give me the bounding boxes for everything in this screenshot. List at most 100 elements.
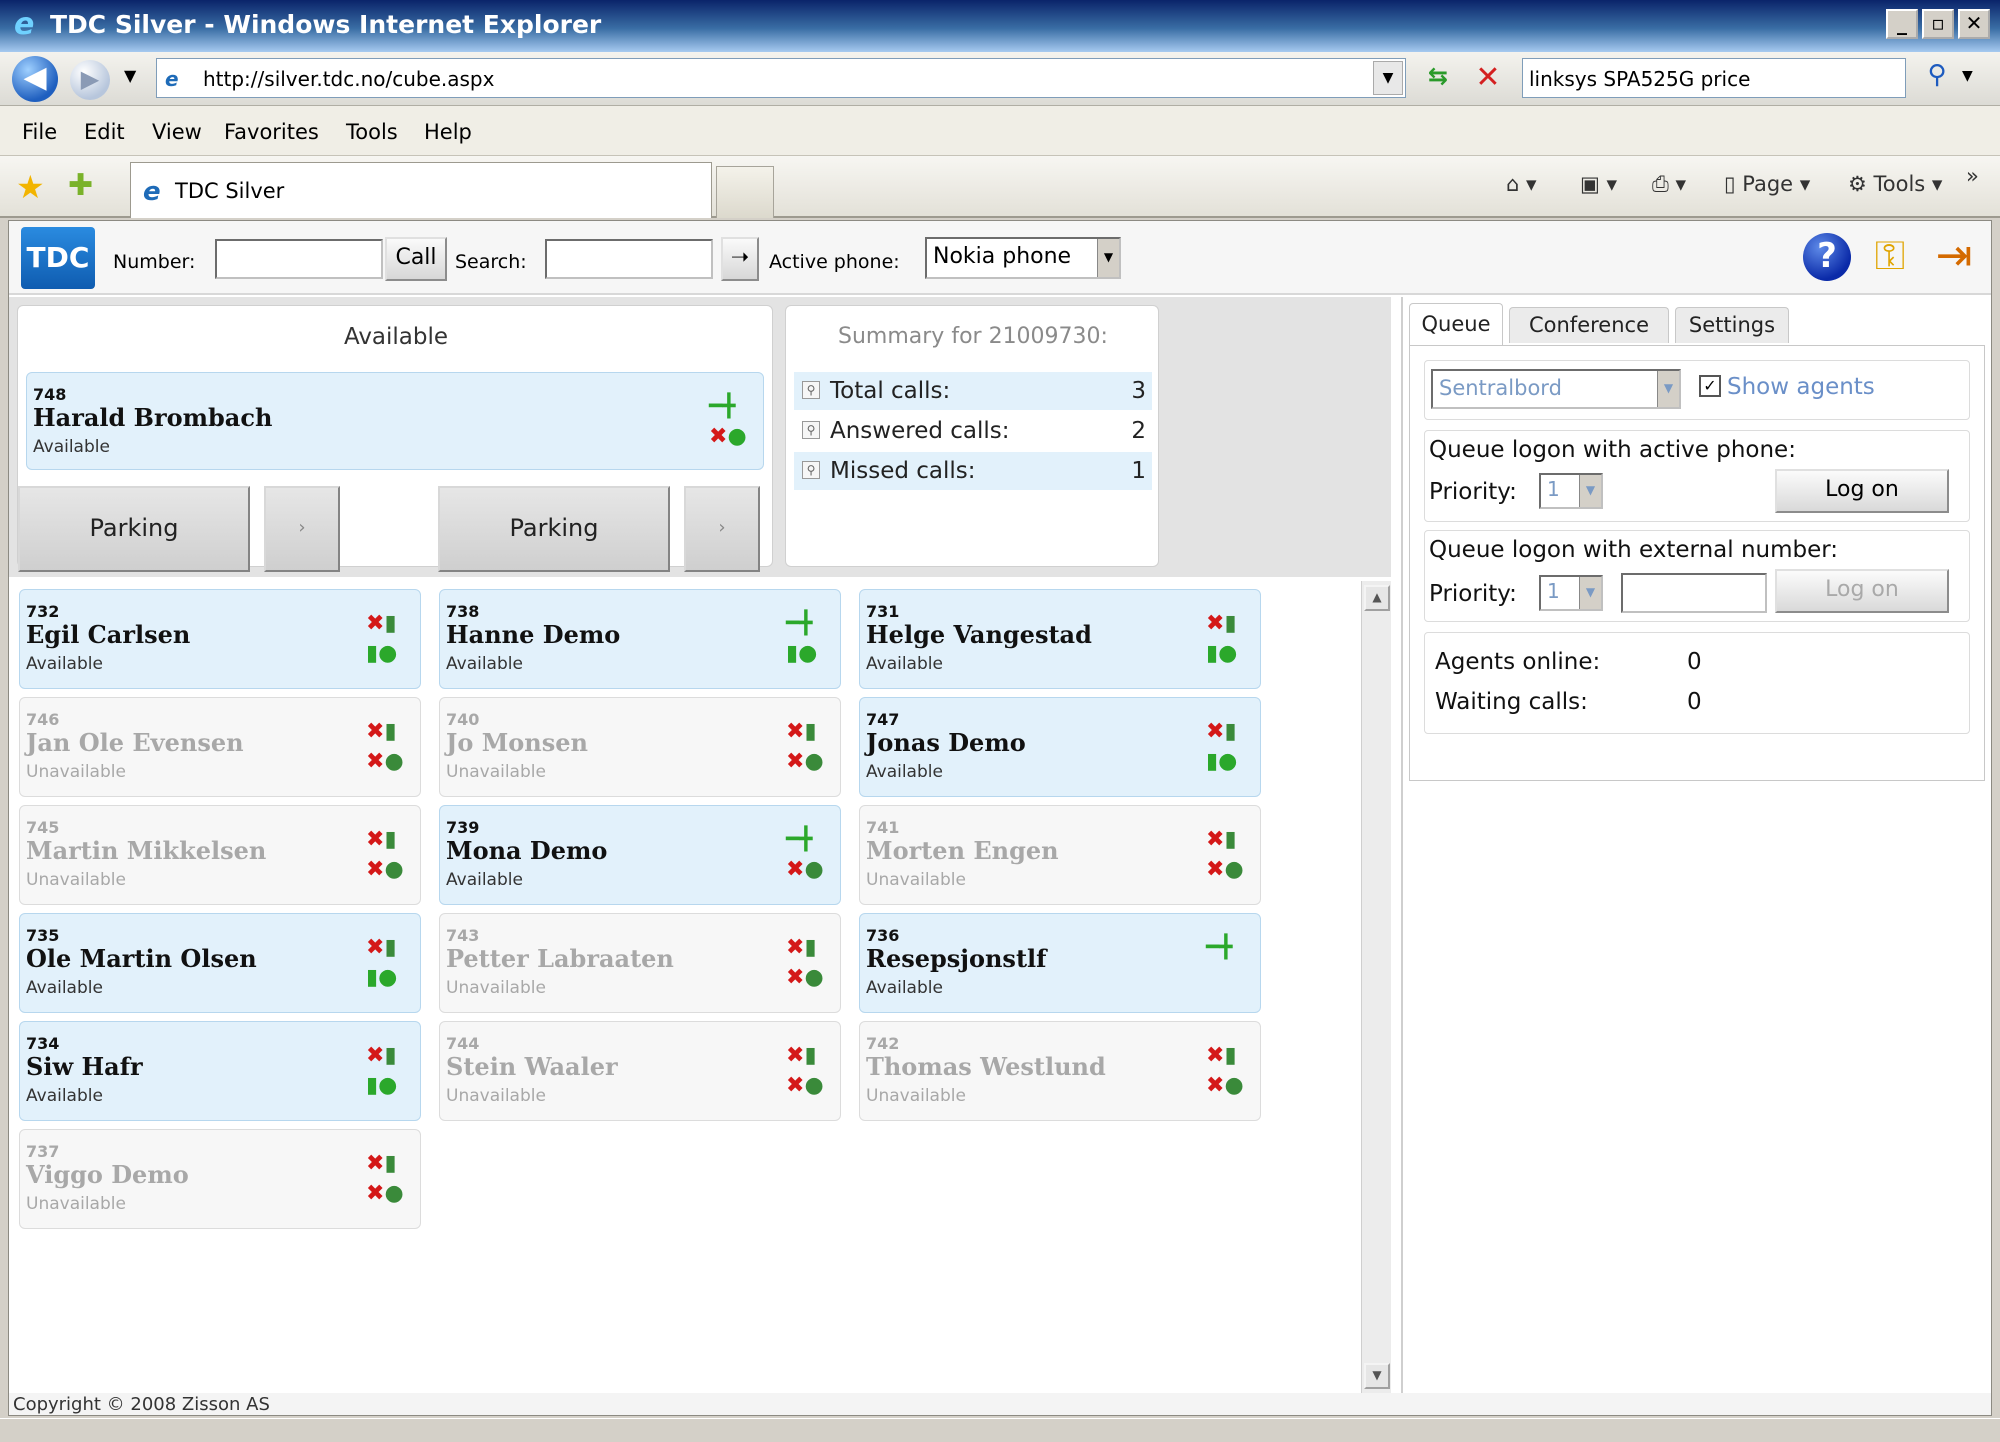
extension-name: Jo Monsen — [446, 728, 588, 757]
menu-help[interactable]: Help — [424, 120, 472, 144]
external-logon-heading: Queue logon with external number: — [1429, 537, 1839, 563]
minimize-button[interactable]: _ — [1886, 9, 1918, 39]
key-icon[interactable]: ⚿ — [1865, 231, 1915, 281]
logout-icon[interactable]: ⇥ — [1927, 227, 1981, 285]
menu-tools[interactable]: Tools — [346, 120, 398, 144]
search-icon[interactable]: ⚲ — [1914, 60, 1960, 96]
tab-conference[interactable]: Conference — [1509, 307, 1669, 343]
tab-settings[interactable]: Settings — [1675, 307, 1789, 343]
extension-card[interactable]: 736 Resepsjonstlf Available ━╋ — [859, 913, 1261, 1013]
page-menu-button[interactable]: ▯ Page ▾ — [1724, 172, 1810, 196]
extension-card[interactable]: 747 Jonas Demo Available ✖▮ ▮● — [859, 697, 1261, 797]
grid-scrollbar[interactable]: ▲ ▼ — [1361, 581, 1391, 1393]
queue-stats-box: Agents online: 0 Waiting calls: 0 — [1424, 632, 1970, 734]
tools-menu-button[interactable]: ⚙ Tools ▾ — [1848, 172, 1942, 196]
extension-card[interactable]: 744 Stein Waaler Unavailable ✖▮ ✖● — [439, 1021, 841, 1121]
menu-favorites[interactable]: Favorites — [224, 120, 319, 144]
maximize-button[interactable]: ▫ — [1922, 9, 1954, 39]
extension-name: Petter Labraaten — [446, 944, 674, 973]
menu-file[interactable]: File — [22, 120, 57, 144]
forward-button[interactable]: ▶ — [70, 60, 110, 100]
show-agents-checkbox[interactable]: ✓ — [1699, 375, 1721, 397]
new-tab-button[interactable] — [716, 166, 774, 218]
browser-search-input[interactable]: linksys SPA525G price — [1522, 58, 1906, 98]
external-number-input[interactable] — [1621, 573, 1767, 613]
menu-edit[interactable]: Edit — [84, 120, 125, 144]
home-icon[interactable]: ⌂ ▾ — [1506, 172, 1537, 196]
phone-off-icon: ✖▮ — [366, 719, 397, 744]
chevron-more-icon[interactable]: » — [1966, 164, 1979, 188]
gear-icon: ⚙ — [1848, 172, 1867, 196]
priority-select-1[interactable]: 1 ▼ — [1539, 473, 1603, 509]
parking-arrow-button-2[interactable]: › — [684, 486, 760, 572]
log-on-external-button[interactable]: Log on — [1775, 569, 1949, 613]
extension-card[interactable]: 745 Martin Mikkelsen Unavailable ✖▮ ✖● — [19, 805, 421, 905]
call-button[interactable]: Call — [385, 237, 447, 281]
summary-row-total[interactable]: ⚲ Total calls: 3 — [794, 372, 1152, 410]
search-options-icon[interactable]: ▼ — [1962, 68, 1973, 84]
phone-off-icon: ✖▮ — [786, 719, 817, 744]
active-phone-select[interactable]: Nokia phone ▼ — [925, 237, 1121, 279]
address-dropdown-icon[interactable]: ▼ — [1373, 61, 1403, 95]
address-field[interactable]: e http://silver.tdc.no/cube.aspx ▼ — [156, 58, 1406, 98]
favorites-star-icon[interactable]: ★ — [16, 168, 45, 206]
feeds-icon[interactable]: ▣ ▾ — [1580, 172, 1617, 196]
summary-value: 1 — [1131, 458, 1146, 484]
parking-button-1[interactable]: Parking — [18, 486, 250, 572]
extension-status: Unavailable — [26, 1194, 126, 1214]
extension-card[interactable]: 738 Hanne Demo Available ━╋ ▮● — [439, 589, 841, 689]
scroll-up-icon[interactable]: ▲ — [1364, 585, 1390, 611]
current-user-card[interactable]: 748 Harald Brombach Available ━╋ ✖● — [26, 372, 764, 470]
queue-select[interactable]: Sentralbord ▼ — [1431, 369, 1681, 409]
tab-queue[interactable]: Queue — [1409, 303, 1503, 345]
extension-number: 732 — [26, 602, 60, 621]
help-icon[interactable]: ? — [1803, 233, 1851, 281]
priority-select-2[interactable]: 1 ▼ — [1539, 575, 1603, 611]
close-button[interactable]: ✕ — [1958, 9, 1990, 39]
app-search-input[interactable] — [545, 239, 713, 279]
stop-icon[interactable]: ✕ — [1470, 60, 1506, 96]
extension-card[interactable]: 743 Petter Labraaten Unavailable ✖▮ ✖● — [439, 913, 841, 1013]
history-dropdown-icon[interactable]: ▼ — [124, 66, 136, 85]
extension-status: Unavailable — [866, 1086, 966, 1106]
search-go-button[interactable]: ➝ — [721, 237, 759, 281]
show-agents-label[interactable]: Show agents — [1727, 374, 1875, 400]
status-icons: ✖▮ ✖● — [366, 718, 410, 782]
back-button[interactable]: ◀ — [12, 56, 58, 102]
log-on-button[interactable]: Log on — [1775, 469, 1949, 513]
extension-card[interactable]: 731 Helge Vangestad Available ✖▮ ▮● — [859, 589, 1261, 689]
extension-card[interactable]: 746 Jan Ole Evensen Unavailable ✖▮ ✖● — [19, 697, 421, 797]
number-input[interactable] — [215, 239, 383, 279]
address-url[interactable]: http://silver.tdc.no/cube.aspx — [203, 67, 494, 91]
extension-card[interactable]: 735 Ole Martin Olsen Available ✖▮ ▮● — [19, 913, 421, 1013]
summary-row-missed[interactable]: ⚲ Missed calls: 1 — [794, 452, 1152, 490]
status-icons: ✖▮ ▮● — [1206, 718, 1250, 782]
extension-number: 736 — [866, 926, 900, 945]
phone-off-icon: ✖▮ — [366, 1043, 397, 1068]
extension-status: Available — [866, 762, 943, 782]
menu-view[interactable]: View — [152, 120, 202, 144]
extension-card[interactable]: 741 Morten Engen Unavailable ✖▮ ✖● — [859, 805, 1261, 905]
external-logon-box: Queue logon with external number: Priori… — [1424, 530, 1970, 622]
summary-value: 2 — [1131, 418, 1146, 444]
extension-card[interactable]: 732 Egil Carlsen Available ✖▮ ▮● — [19, 589, 421, 689]
extension-card[interactable]: 740 Jo Monsen Unavailable ✖▮ ✖● — [439, 697, 841, 797]
window-controls: _ ▫ ✕ — [1886, 9, 1990, 39]
refresh-icon[interactable]: ⇆ — [1420, 62, 1456, 96]
queue-on-icon: ▮● — [786, 641, 818, 666]
add-favorite-icon[interactable]: ✚ — [68, 168, 93, 203]
summary-row-answered[interactable]: ⚲ Answered calls: 2 — [794, 412, 1152, 450]
browser-tab-tdc-silver[interactable]: e TDC Silver — [130, 162, 712, 218]
parking-arrow-button-1[interactable]: › — [264, 486, 340, 572]
extension-number: 747 — [866, 710, 900, 729]
number-label: Number: — [113, 251, 196, 273]
extension-card[interactable]: 739 Mona Demo Available ━╋ ✖● — [439, 805, 841, 905]
scroll-down-icon[interactable]: ▼ — [1364, 1363, 1390, 1389]
extension-card[interactable]: 734 Siw Hafr Available ✖▮ ▮● — [19, 1021, 421, 1121]
parking-button-2[interactable]: Parking — [438, 486, 670, 572]
extension-number: 742 — [866, 1034, 900, 1053]
extension-card[interactable]: 737 Viggo Demo Unavailable ✖▮ ✖● — [19, 1129, 421, 1229]
chevron-down-icon: ▼ — [1579, 577, 1601, 609]
extension-card[interactable]: 742 Thomas Westlund Unavailable ✖▮ ✖● — [859, 1021, 1261, 1121]
print-icon[interactable]: ⎙ ▾ — [1652, 172, 1686, 197]
